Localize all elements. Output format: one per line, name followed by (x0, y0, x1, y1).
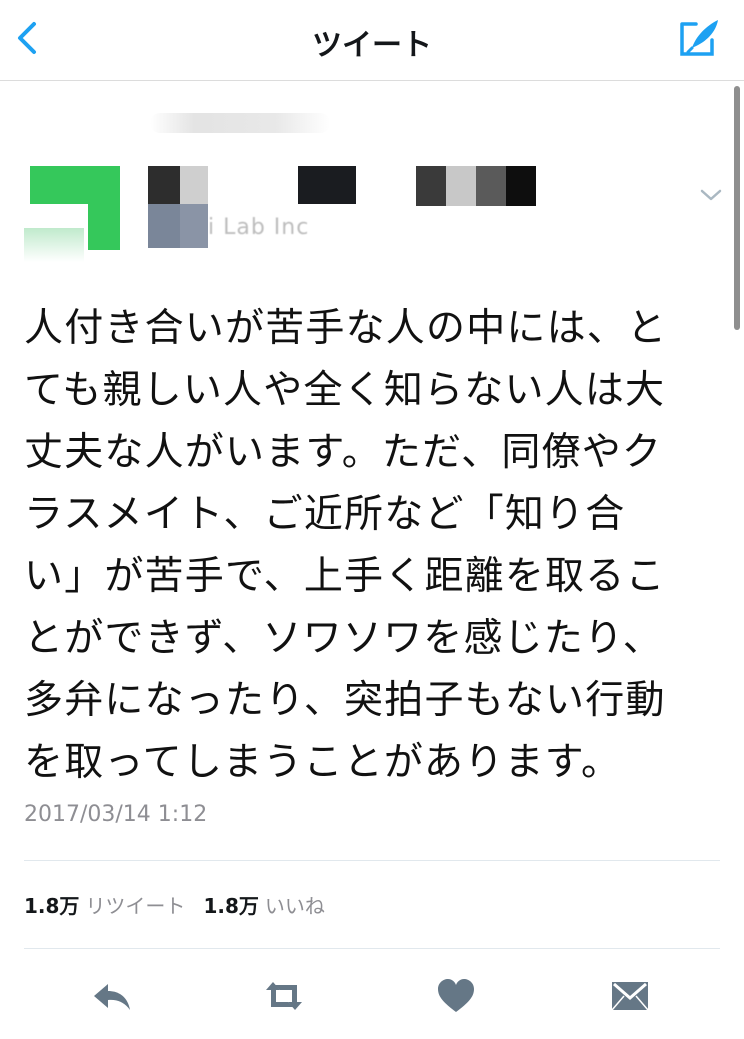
like-label[interactable]: いいね (265, 894, 325, 918)
divider (24, 948, 720, 949)
tweet-line: ても親しい人や全く知らない人は大 (24, 368, 666, 413)
like-button[interactable] (434, 974, 478, 1018)
retweet-label[interactable]: リツイート (85, 894, 185, 918)
tweet-line: 多弁になったり、突拍子もない行動 (24, 678, 666, 723)
direct-message-button[interactable] (608, 974, 652, 1018)
like-count[interactable]: 1.8万 (203, 894, 258, 918)
compose-button[interactable] (676, 14, 724, 62)
action-bar (0, 960, 744, 1030)
chevron-down-icon (700, 189, 722, 201)
scroll-indicator[interactable] (734, 86, 740, 330)
page-title: ツイート (312, 28, 432, 63)
tweet-line: い」が苦手で、上手く距離を取るこ (24, 554, 666, 599)
tweet-timestamp: 2017/03/14 1:12 (24, 802, 208, 827)
tweet-detail-screen: ツイート i Lab Inc 人付き合いが苦手な人の中には、と ても親しい人や全… (0, 0, 744, 1039)
tweet-text: 人付き合いが苦手な人の中には、と ても親しい人や全く知らない人は大 丈夫な人がい… (24, 298, 704, 794)
tweet-line: を取ってしまうことがあります。 (24, 740, 622, 785)
like-heart-icon (438, 979, 474, 1012)
retweet-button[interactable] (262, 974, 306, 1018)
engagement-stats: 1.8万 リツイート 1.8万 いいね (24, 890, 343, 919)
tweet-options-button[interactable] (698, 186, 724, 204)
tweet-line: 丈夫な人がいます。ただ、同僚やク (24, 430, 663, 475)
author-handle[interactable]: i Lab Inc (208, 215, 309, 240)
reply-icon (94, 984, 130, 1010)
reply-button[interactable] (90, 974, 134, 1018)
tweet-line: 人付き合いが苦手な人の中には、と (24, 306, 668, 351)
direct-message-icon (611, 982, 649, 1011)
compose-tweet-icon (680, 20, 718, 56)
redacted-context-line (150, 113, 330, 133)
retweet-count[interactable]: 1.8万 (24, 894, 79, 918)
nav-bar: ツイート (0, 0, 744, 81)
avatar[interactable] (24, 162, 124, 262)
tweet-line: とができず、ソワソワを感じたり、 (24, 616, 663, 661)
tweet-line: ラスメイト、ご近所など「知り合 (24, 492, 626, 537)
divider (24, 860, 720, 861)
retweet-icon (266, 982, 302, 1010)
